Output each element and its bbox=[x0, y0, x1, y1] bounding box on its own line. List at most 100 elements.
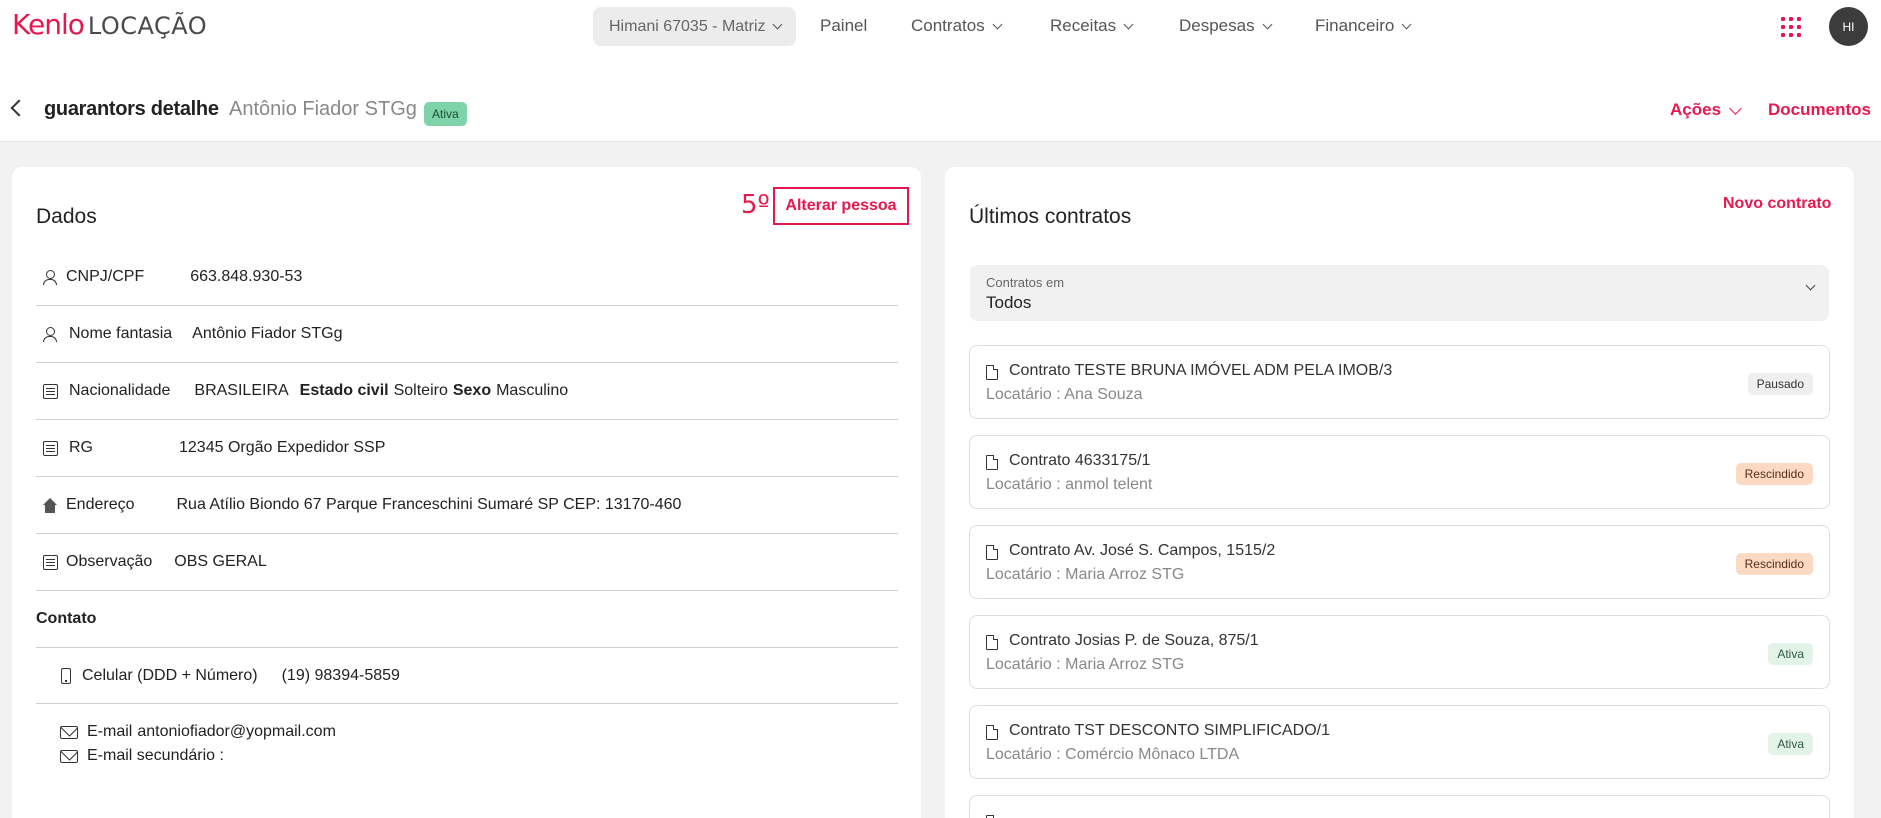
email-row: E-mail antoniofiador@yopmail.com bbox=[60, 723, 336, 741]
person-icon bbox=[43, 326, 57, 342]
contract-title: Contrato Av. José S. Campos, 1515/2 bbox=[1009, 542, 1276, 559]
contract-title: Contrato TESTE BRUNA IMÓVEL ADM PELA IMO… bbox=[1009, 362, 1393, 379]
documents-button[interactable]: Documentos bbox=[1768, 100, 1871, 120]
contract-item[interactable]: Contrato Josias P. de Souza, 875/1 Locat… bbox=[969, 615, 1830, 689]
status-badge: Pausado bbox=[1747, 373, 1813, 395]
chevron-down-icon bbox=[772, 19, 782, 30]
rg-row: RG 12345 Orgão Expedidor SSP bbox=[36, 420, 898, 477]
person-name: Antônio Fiador STGg bbox=[229, 98, 417, 120]
kenlo-logo[interactable]: Kenlo LOCAÇÃO bbox=[12, 8, 207, 44]
unit-selector[interactable]: Himani 67035 - Matriz bbox=[593, 7, 796, 46]
document-icon bbox=[986, 725, 998, 740]
person-icon bbox=[43, 269, 57, 285]
contract-item[interactable]: Contrato TESTE BRUNA IMÓVEL ADM PELA IMO… bbox=[969, 345, 1830, 419]
cnpj-value: 663.848.930-53 bbox=[190, 268, 303, 285]
fantasia-label: Nome fantasia bbox=[69, 325, 173, 342]
rg-value: 12345 Orgão Expedidor SSP bbox=[179, 439, 386, 456]
contract-item[interactable]: Contrato 4633175/1 Locatário : anmol tel… bbox=[969, 435, 1830, 509]
apps-grid-icon[interactable] bbox=[1781, 17, 1801, 37]
new-contract-button[interactable]: Novo contrato bbox=[1723, 195, 1831, 213]
status-badge: Ativa bbox=[424, 102, 467, 126]
celular-row: Celular (DDD + Número) (19) 98394-5859 bbox=[36, 647, 898, 704]
dados-title: Dados bbox=[36, 205, 97, 228]
back-arrow-icon[interactable] bbox=[10, 99, 28, 117]
alter-person-button[interactable]: Alterar pessoa bbox=[773, 187, 909, 225]
contract-title: Contrato Josias P. de Souza, 875/1 bbox=[1009, 632, 1259, 649]
nav-painel[interactable]: Painel bbox=[820, 16, 867, 36]
nav-receitas-label: Receitas bbox=[1050, 16, 1117, 35]
endereco-label: Endereço bbox=[66, 496, 135, 513]
document-icon bbox=[986, 365, 998, 380]
celular-label: Celular (DDD + Número) bbox=[82, 666, 258, 684]
logo-brand: Kenlo bbox=[12, 8, 85, 41]
nav-contratos[interactable]: Contratos bbox=[911, 16, 1003, 36]
contratos-title: Últimos contratos bbox=[969, 205, 1132, 228]
avatar[interactable]: HI bbox=[1829, 7, 1868, 46]
nav-contratos-label: Contratos bbox=[911, 16, 985, 35]
contato-title: Contato bbox=[36, 610, 97, 627]
fantasia-value: Antônio Fiador STGg bbox=[192, 325, 343, 342]
contract-item[interactable]: Contrato Av. José S. Campos, 1515/2 Loca… bbox=[969, 525, 1830, 599]
nav-despesas-label: Despesas bbox=[1179, 16, 1255, 35]
observacao-row: Observação OBS GERAL bbox=[36, 534, 898, 591]
sexo-label: Sexo bbox=[452, 382, 492, 399]
endereco-value: Rua Atílio Biondo 67 Parque Franceschini… bbox=[176, 496, 682, 513]
email-label: E-mail bbox=[87, 723, 133, 740]
mail-icon bbox=[60, 749, 78, 763]
status-badge: Ativa bbox=[1768, 733, 1813, 755]
nav-financeiro[interactable]: Financeiro bbox=[1315, 16, 1412, 36]
contract-item[interactable]: Contrato TST DESCONTO SIMPLIFICADO/1 Loc… bbox=[969, 705, 1830, 779]
chevron-down-icon bbox=[1262, 19, 1273, 29]
observacao-value: OBS GERAL bbox=[174, 553, 267, 570]
chevron-down-icon bbox=[1401, 19, 1412, 29]
sexo-value: Masculino bbox=[496, 382, 569, 399]
nav-despesas[interactable]: Despesas bbox=[1179, 16, 1273, 36]
nacionalidade-row: Nacionalidade BRASILEIRA Estado civil So… bbox=[36, 363, 898, 420]
home-icon bbox=[42, 497, 58, 513]
contract-title: Contrato TST DESCONTO SIMPLIFICADO/1 bbox=[1009, 722, 1330, 739]
email2-label: E-mail secundário : bbox=[87, 747, 224, 764]
nav-receitas[interactable]: Receitas bbox=[1050, 16, 1134, 36]
logo-product: LOCAÇÃO bbox=[87, 12, 208, 40]
contract-tenant: Locatário : Maria Arroz STG bbox=[986, 566, 1185, 583]
page-title: guarantors detalhe bbox=[44, 98, 219, 120]
contract-tenant: Locatário : Comércio Mônaco LTDA bbox=[986, 746, 1240, 763]
contract-item-partial[interactable] bbox=[969, 795, 1830, 818]
rg-label: RG bbox=[69, 439, 93, 456]
chevron-down-icon bbox=[1729, 101, 1742, 115]
list-icon bbox=[42, 554, 58, 570]
step-marker: 5º bbox=[741, 190, 770, 220]
cnpj-row: CNPJ/CPF 663.848.930-53 bbox=[36, 249, 898, 306]
cnpj-label: CNPJ/CPF bbox=[66, 268, 145, 285]
actions-label: Ações bbox=[1670, 100, 1722, 119]
status-badge: Ativa bbox=[1768, 643, 1813, 665]
mail-icon bbox=[60, 725, 78, 739]
chevron-down-icon bbox=[1123, 19, 1134, 29]
actions-menu-button[interactable]: Ações bbox=[1670, 100, 1742, 120]
nacionalidade-label: Nacionalidade bbox=[69, 382, 171, 399]
status-badge: Rescindido bbox=[1735, 463, 1813, 485]
nav-painel-label: Painel bbox=[820, 16, 868, 35]
document-icon bbox=[986, 455, 998, 470]
phone-icon bbox=[61, 667, 71, 684]
nacionalidade-value: BRASILEIRA bbox=[194, 382, 289, 399]
email2-row: E-mail secundário : bbox=[60, 747, 224, 765]
status-badge: Rescindido bbox=[1735, 553, 1813, 575]
contracts-filter-select[interactable]: Contratos em Todos bbox=[970, 265, 1829, 321]
estado-civil-value: Solteiro bbox=[393, 382, 448, 399]
estado-civil-label: Estado civil bbox=[299, 382, 389, 399]
email-value[interactable]: antoniofiador@yopmail.com bbox=[137, 723, 336, 741]
celular-value: (19) 98394-5859 bbox=[281, 666, 400, 684]
filter-label: Contratos em bbox=[986, 275, 1065, 290]
chevron-down-icon bbox=[992, 19, 1003, 29]
contract-tenant: Locatário : Ana Souza bbox=[986, 386, 1143, 403]
contract-tenant: Locatário : Maria Arroz STG bbox=[986, 656, 1185, 673]
page-header: guarantors detalhe Antônio Fiador STGg A… bbox=[0, 52, 1881, 142]
contract-tenant: Locatário : anmol telent bbox=[986, 476, 1153, 493]
list-icon bbox=[42, 383, 58, 399]
observacao-label: Observação bbox=[66, 553, 153, 570]
fantasia-row: Nome fantasia Antônio Fiador STGg bbox=[36, 306, 898, 363]
top-navbar: Kenlo LOCAÇÃO Himani 67035 - Matriz Pain… bbox=[0, 0, 1881, 52]
chevron-down-icon bbox=[1805, 280, 1816, 291]
document-icon bbox=[986, 635, 998, 650]
